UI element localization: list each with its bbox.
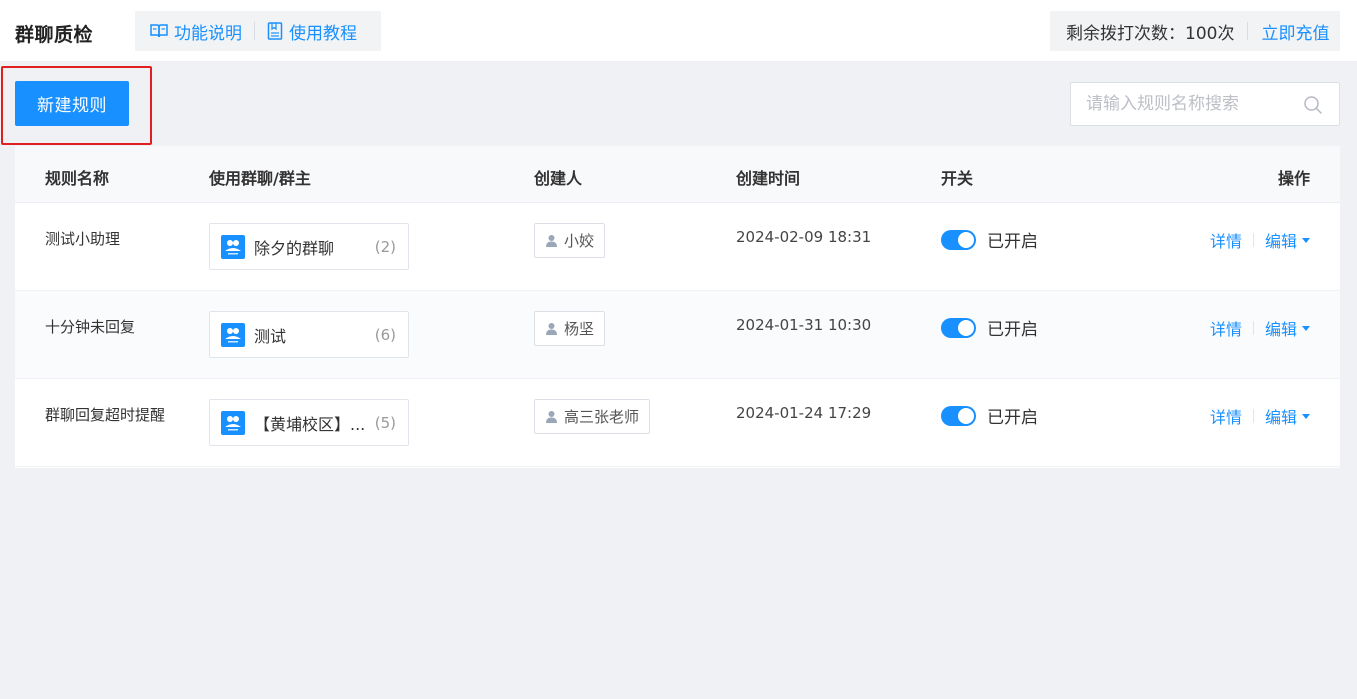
group-member-count: (6) — [374, 325, 396, 344]
page-title: 群聊质检 — [15, 24, 94, 46]
table-row: 群聊回复超时提醒 【黄埔校区】... (5) 高三张老师 2024-01-24 … — [15, 379, 1340, 467]
group-avatar-icon — [221, 410, 245, 435]
table-header: 规则名称 使用群聊/群主 创建人 创建时间 开关 操作 — [15, 146, 1340, 203]
rule-name: 十分钟未回复 — [45, 318, 136, 336]
action-divider — [1252, 233, 1254, 247]
search-icon[interactable] — [1303, 95, 1323, 115]
tutorial-label: 使用教程 — [289, 23, 357, 44]
tutorial-link[interactable]: 使用教程 — [255, 11, 357, 51]
column-header-actions: 操作 — [1277, 169, 1310, 188]
switch-cell: 已开启 — [941, 315, 1038, 340]
switch-knob — [958, 231, 974, 248]
switch-knob — [958, 319, 974, 336]
detail-link[interactable]: 详情 — [1210, 404, 1242, 428]
edit-label: 编辑 — [1264, 232, 1297, 251]
switch-status-label: 已开启 — [987, 232, 1038, 252]
group-chip[interactable]: 【黄埔校区】... (5) — [209, 399, 409, 446]
credit-count: 100次 — [1185, 23, 1235, 44]
recharge-link[interactable]: 立即充值 — [1261, 19, 1329, 44]
table-row: 测试小助理 除夕的群聊 (2) 小姣 2024-02-09 18:31 已开启 … — [15, 203, 1340, 291]
edit-label: 编辑 — [1264, 408, 1297, 427]
top-bar: 群聊质检 功能说明 使用教程 剩余拨打次数： 100次 立即充值 — [0, 0, 1357, 62]
edit-dropdown[interactable]: 编辑 — [1265, 404, 1310, 428]
edit-dropdown[interactable]: 编辑 — [1265, 316, 1310, 340]
credit-label: 剩余拨打次数： — [1066, 23, 1185, 44]
creator-name: 小姣 — [564, 232, 595, 250]
creator-chip: 高三张老师 — [534, 399, 651, 434]
switch-knob — [958, 407, 974, 424]
rules-table: 规则名称 使用群聊/群主 创建人 创建时间 开关 操作 测试小助理 除夕的群聊 … — [15, 146, 1340, 468]
action-divider — [1252, 409, 1254, 423]
group-member-count: (2) — [374, 237, 396, 256]
help-links-box: 功能说明 使用教程 — [135, 11, 381, 51]
credit-divider — [1247, 22, 1249, 40]
user-icon — [546, 411, 557, 423]
row-actions: 详情 编辑 — [1210, 228, 1310, 252]
search-input[interactable] — [1071, 94, 1291, 114]
detail-link[interactable]: 详情 — [1210, 228, 1242, 252]
edit-label: 编辑 — [1264, 320, 1297, 339]
document-icon — [267, 22, 283, 40]
switch-cell: 已开启 — [941, 227, 1038, 252]
group-name: 【黄埔校区】... — [254, 414, 366, 434]
feature-description-link[interactable]: 功能说明 — [135, 11, 254, 51]
creator-chip: 小姣 — [534, 223, 606, 258]
rule-name: 群聊回复超时提醒 — [45, 406, 166, 424]
creator-name: 杨坚 — [564, 320, 595, 338]
group-avatar-icon — [221, 322, 245, 347]
created-time: 2024-01-24 17:29 — [736, 404, 872, 422]
action-divider — [1252, 321, 1254, 335]
book-open-icon — [150, 24, 168, 38]
row-actions: 详情 编辑 — [1210, 404, 1310, 428]
edit-dropdown[interactable]: 编辑 — [1265, 228, 1310, 252]
switch-cell: 已开启 — [941, 403, 1038, 428]
column-header-group: 使用群聊/群主 — [209, 169, 311, 188]
table-row: 十分钟未回复 测试 (6) 杨坚 2024-01-31 10:30 已开启 详情… — [15, 291, 1340, 379]
credit-box: 剩余拨打次数： 100次 立即充值 — [1050, 11, 1340, 51]
switch-status-label: 已开启 — [987, 320, 1038, 340]
detail-link[interactable]: 详情 — [1210, 316, 1242, 340]
caret-down-icon — [1302, 237, 1310, 243]
switch-status-label: 已开启 — [987, 408, 1038, 428]
created-time: 2024-01-31 10:30 — [736, 316, 872, 334]
column-header-switch: 开关 — [941, 169, 974, 188]
new-rule-button[interactable]: 新建规则 — [15, 81, 129, 126]
column-header-created-time: 创建时间 — [736, 169, 801, 188]
group-chip[interactable]: 除夕的群聊 (2) — [209, 223, 409, 270]
group-chip[interactable]: 测试 (6) — [209, 311, 409, 358]
creator-chip: 杨坚 — [534, 311, 606, 346]
feature-description-label: 功能说明 — [174, 23, 242, 44]
created-time: 2024-02-09 18:31 — [736, 228, 872, 246]
rule-name: 测试小助理 — [45, 230, 121, 248]
rule-toggle-switch[interactable] — [941, 405, 976, 426]
column-header-creator: 创建人 — [534, 169, 583, 188]
row-actions: 详情 编辑 — [1210, 316, 1310, 340]
rule-toggle-switch[interactable] — [941, 317, 976, 338]
caret-down-icon — [1302, 413, 1310, 419]
creator-name: 高三张老师 — [564, 408, 640, 426]
group-member-count: (5) — [374, 413, 396, 432]
user-icon — [546, 323, 557, 335]
group-avatar-icon — [221, 234, 245, 259]
user-icon — [546, 235, 557, 247]
caret-down-icon — [1302, 325, 1310, 331]
rule-toggle-switch[interactable] — [941, 229, 976, 250]
column-header-rule-name: 规则名称 — [45, 169, 110, 188]
group-name: 除夕的群聊 — [254, 238, 335, 258]
search-box — [1070, 82, 1340, 126]
group-name: 测试 — [254, 326, 287, 346]
